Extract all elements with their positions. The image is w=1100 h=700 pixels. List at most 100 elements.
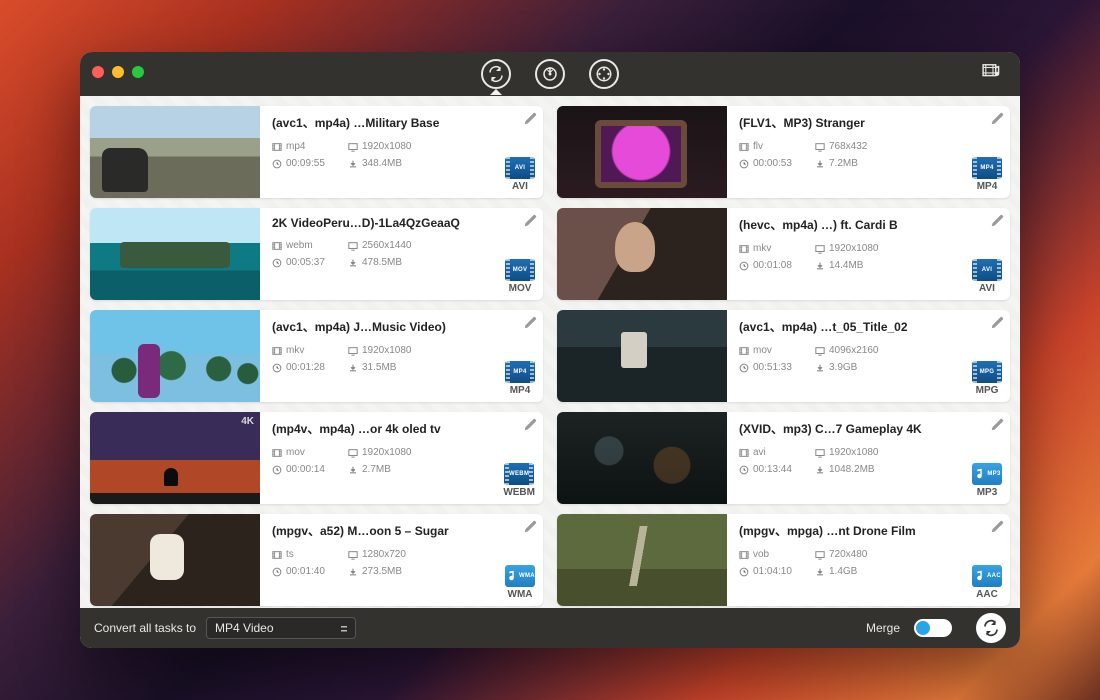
task-size: 348.4MB [348,158,448,169]
task-card[interactable]: (avc1、mp4a) …t_05_Title_02mov4096x216000… [557,310,1010,402]
task-target-label: MP4 [977,181,998,192]
task-duration: 00:00:53 [739,158,815,169]
task-target-label: MPG [976,385,999,396]
task-target-format[interactable]: WEBMWEBM [503,463,535,498]
task-info: 2K VideoPeru…D)-1La4QzGeaaQwebm2560x1440… [260,208,543,300]
convert-target-select[interactable]: MP4 Video [206,617,356,639]
task-size: 273.5MB [348,566,448,577]
task-target-label: MOV [509,283,532,294]
task-target-format[interactable]: AVIAVI [505,157,535,192]
task-card[interactable]: (mpgv、a52) M…oon 5 – Sugarts1280x72000:0… [90,514,543,606]
task-size: 7.2MB [815,158,915,169]
edit-task-button[interactable] [990,520,1004,534]
task-size: 1.4GB [815,566,915,577]
fullscreen-window-button[interactable] [132,66,144,78]
edit-task-button[interactable] [990,214,1004,228]
task-target-format[interactable]: MOVMOV [505,259,535,294]
task-card[interactable]: (mp4v、mp4a) …or 4k oled tvmov1920x108000… [90,412,543,504]
task-resolution: 2560x1440 [348,240,448,251]
task-card[interactable]: (mpgv、mpga) …nt Drone Filmvob720x48001:0… [557,514,1010,606]
task-card[interactable]: (avc1、mp4a) …Military Basemp41920x108000… [90,106,543,198]
edit-task-button[interactable] [523,214,537,228]
task-container: mkv [739,243,815,254]
task-target-format[interactable]: MP4MP4 [505,361,535,396]
task-target-format[interactable]: MP4MP4 [972,157,1002,192]
task-target-label: WMA [508,589,533,600]
task-info: (avc1、mp4a) J…Music Video)mkv1920x108000… [260,310,543,402]
task-container: avi [739,447,815,458]
tab-burn[interactable] [589,59,619,89]
tab-convert[interactable] [481,59,511,89]
task-title: (avc1、mp4a) …t_05_Title_02 [739,318,1002,335]
edit-task-button[interactable] [523,112,537,126]
task-thumbnail [90,106,260,198]
edit-task-button[interactable] [523,520,537,534]
task-info: (XVID、mp3) C…7 Gameplay 4K avi1920x108000… [727,412,1010,504]
task-target-label: WEBM [503,487,535,498]
task-thumbnail [557,208,727,300]
task-resolution: 720x480 [815,549,915,560]
close-window-button[interactable] [92,66,104,78]
task-target-label: AVI [512,181,528,192]
filmstrip-music-icon [982,63,1004,81]
disc-download-icon [541,65,559,83]
task-target-format[interactable]: AACAAC [972,565,1002,600]
task-container: mkv [272,345,348,356]
task-thumbnail [557,310,727,402]
edit-task-button[interactable] [990,418,1004,432]
convert-run-icon [982,619,1000,637]
task-title: (hevc、mp4a) …) ft. Cardi B [739,216,1002,233]
task-resolution: 1280x720 [348,549,448,560]
task-thumbnail [557,514,727,606]
task-container: ts [272,549,348,560]
task-size: 31.5MB [348,362,448,373]
task-card[interactable]: 2K VideoPeru…D)-1La4QzGeaaQwebm2560x1440… [90,208,543,300]
task-info: (mp4v、mp4a) …or 4k oled tvmov1920x108000… [260,412,543,504]
task-target-format[interactable]: MP3MP3 [972,463,1002,498]
bottom-bar: Convert all tasks to MP4 Video Merge [80,608,1020,648]
task-thumbnail [90,412,260,504]
task-list: (avc1、mp4a) …Military Basemp41920x108000… [80,96,1020,608]
task-size: 3.9GB [815,362,915,373]
task-thumbnail [557,106,727,198]
media-panel-button[interactable] [982,63,1004,86]
task-container: webm [272,240,348,251]
task-target-format[interactable]: AVIAVI [972,259,1002,294]
task-resolution: 1920x1080 [348,447,448,458]
task-target-label: AVI [979,283,995,294]
task-container: mov [739,345,815,356]
minimize-window-button[interactable] [112,66,124,78]
convert-icon [487,65,505,83]
task-title: (mpgv、mpga) …nt Drone Film [739,522,1002,539]
task-thumbnail [557,412,727,504]
start-convert-button[interactable] [976,613,1006,643]
task-info: (avc1、mp4a) …Military Basemp41920x108000… [260,106,543,198]
task-title: (avc1、mp4a) J…Music Video) [272,318,535,335]
task-target-format[interactable]: WMAWMA [505,565,535,600]
task-duration: 00:13:44 [739,464,815,475]
merge-toggle[interactable] [914,619,952,637]
tab-download[interactable] [535,59,565,89]
edit-task-button[interactable] [990,316,1004,330]
task-resolution: 1920x1080 [348,345,448,356]
mode-tabs [481,59,619,89]
task-target-format[interactable]: MPGMPG [972,361,1002,396]
task-card[interactable]: (avc1、mp4a) J…Music Video)mkv1920x108000… [90,310,543,402]
task-info: (avc1、mp4a) …t_05_Title_02mov4096x216000… [727,310,1010,402]
edit-task-button[interactable] [990,112,1004,126]
task-duration: 00:01:08 [739,260,815,271]
task-info: (mpgv、a52) M…oon 5 – Sugarts1280x72000:0… [260,514,543,606]
task-duration: 00:51:33 [739,362,815,373]
task-title: (XVID、mp3) C…7 Gameplay 4K [739,420,1002,437]
task-card[interactable]: (hevc、mp4a) …) ft. Cardi Bmkv1920x108000… [557,208,1010,300]
titlebar [80,52,1020,96]
task-size: 14.4MB [815,260,915,271]
task-card[interactable]: (FLV1、MP3) Strangerflv768x43200:00:537.2… [557,106,1010,198]
task-thumbnail [90,310,260,402]
task-container: mov [272,447,348,458]
edit-task-button[interactable] [523,316,537,330]
edit-task-button[interactable] [523,418,537,432]
task-resolution: 1920x1080 [815,447,915,458]
task-container: flv [739,141,815,152]
task-card[interactable]: (XVID、mp3) C…7 Gameplay 4K avi1920x108000… [557,412,1010,504]
